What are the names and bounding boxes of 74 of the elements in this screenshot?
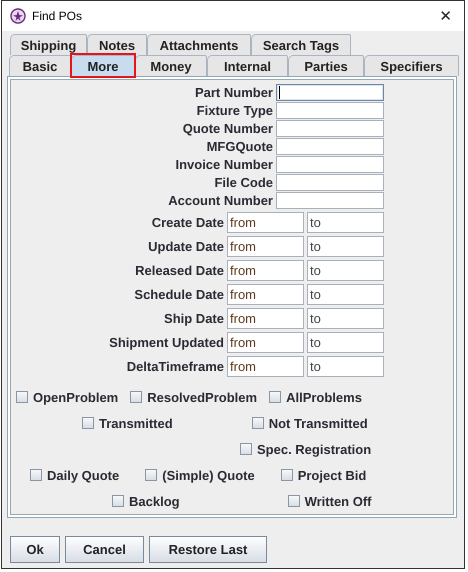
- app-icon: [10, 8, 26, 24]
- dialog-button[interactable]: Ok: [10, 536, 60, 563]
- input-field[interactable]: [276, 156, 384, 173]
- window-title: Find POs: [32, 9, 84, 23]
- checkbox[interactable]: [280, 469, 293, 481]
- field-label: Create Date: [150, 215, 225, 230]
- tab[interactable]: Specifiers: [364, 55, 459, 76]
- input-field[interactable]: [276, 174, 384, 191]
- checkbox[interactable]: [288, 495, 300, 507]
- checkbox-label: Written Off: [304, 494, 372, 508]
- input-field[interactable]: [276, 84, 384, 101]
- checkbox[interactable]: [269, 391, 282, 403]
- date-from-field[interactable]: from: [227, 212, 304, 233]
- checkbox-label: Spec. Registration: [257, 442, 372, 456]
- input-field[interactable]: [276, 192, 384, 209]
- field-label: Schedule Date: [133, 287, 225, 302]
- date-to-field[interactable]: to: [307, 236, 384, 257]
- date-to-field[interactable]: to: [307, 284, 384, 305]
- date-from-field[interactable]: from: [227, 260, 304, 281]
- checkbox[interactable]: [240, 443, 252, 455]
- checkbox-label: (Simple) Quote: [162, 468, 255, 482]
- dialog-button[interactable]: Restore Last: [149, 536, 267, 563]
- field-label: Shipment Updated: [108, 335, 225, 350]
- input-field[interactable]: [276, 102, 384, 119]
- input-field[interactable]: [276, 120, 384, 137]
- date-from-field[interactable]: from: [227, 356, 304, 377]
- field-label: File Code: [213, 175, 274, 190]
- checkbox[interactable]: [130, 391, 142, 403]
- checkbox-label: Transmitted: [99, 416, 173, 430]
- tab[interactable]: More: [71, 55, 135, 76]
- input-field[interactable]: [276, 138, 384, 155]
- field-label: MFGQuote: [206, 139, 274, 154]
- checkbox[interactable]: [16, 391, 28, 403]
- field-label: Invoice Number: [174, 157, 274, 172]
- tab[interactable]: Basic: [9, 55, 71, 76]
- checkbox[interactable]: [112, 495, 124, 507]
- checkbox-label: ResolvedProblem: [147, 390, 258, 404]
- checkbox[interactable]: [30, 469, 42, 481]
- field-label: Part Number: [194, 85, 274, 100]
- field-label: DeltaTimeframe: [126, 359, 225, 374]
- checkbox-label: OpenProblem: [33, 390, 118, 404]
- checkbox[interactable]: [252, 417, 264, 429]
- checkbox-label: Backlog: [129, 494, 180, 508]
- date-from-field[interactable]: from: [227, 332, 304, 353]
- field-label: Fixture Type: [196, 103, 274, 118]
- checkbox[interactable]: [145, 469, 158, 481]
- tab[interactable]: Internal: [207, 55, 288, 76]
- checkbox-label: Daily Quote: [47, 468, 120, 482]
- tab[interactable]: Notes: [87, 34, 147, 55]
- date-to-field[interactable]: to: [307, 308, 384, 329]
- date-from-field[interactable]: from: [227, 284, 304, 305]
- close-button[interactable]: ✕: [435, 7, 456, 25]
- date-to-field[interactable]: to: [307, 260, 384, 281]
- field-label: Ship Date: [163, 311, 225, 326]
- checkbox[interactable]: [82, 417, 94, 429]
- tab[interactable]: Shipping: [10, 34, 87, 55]
- tab[interactable]: Attachments: [147, 34, 251, 55]
- date-to-field[interactable]: to: [307, 356, 384, 377]
- tab[interactable]: Search Tags: [251, 34, 351, 55]
- field-label: Quote Number: [182, 121, 274, 136]
- dialog-button[interactable]: Cancel: [65, 536, 144, 563]
- date-from-field[interactable]: from: [227, 236, 304, 257]
- field-label: Released Date: [134, 263, 225, 278]
- checkbox-label: Project Bid: [298, 468, 366, 482]
- field-label: Update Date: [147, 239, 225, 254]
- tab[interactable]: Parties: [288, 55, 364, 76]
- date-from-field[interactable]: from: [227, 308, 304, 329]
- text-cursor: [279, 86, 280, 99]
- checkbox-label: AllProblems: [286, 390, 362, 404]
- field-label: Account Number: [167, 193, 274, 208]
- tab[interactable]: Money: [135, 55, 207, 76]
- checkbox-label: Not Transmitted: [268, 416, 368, 430]
- date-to-field[interactable]: to: [307, 332, 384, 353]
- date-to-field[interactable]: to: [307, 212, 384, 233]
